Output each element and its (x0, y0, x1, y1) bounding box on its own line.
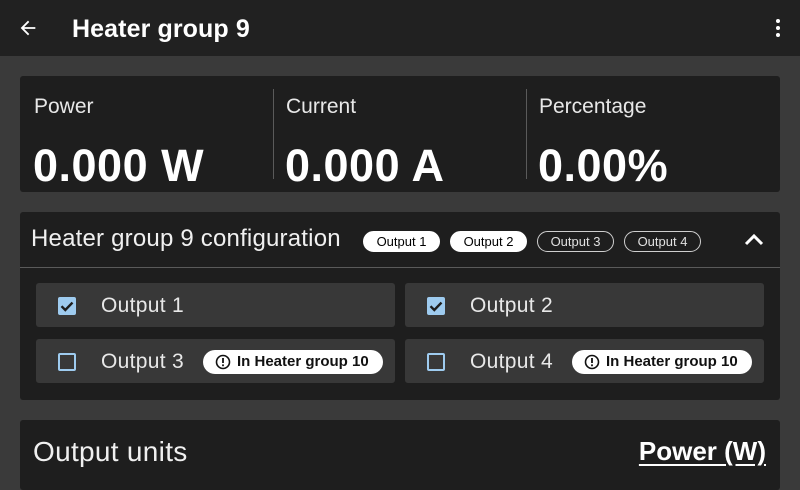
output-row-4[interactable]: Output 4 In Heater group 10 (405, 339, 764, 383)
overflow-menu-button[interactable] (764, 12, 792, 44)
checkbox-unchecked[interactable] (427, 353, 445, 371)
output-label: Output 4 (470, 350, 553, 373)
chevron-up-icon (744, 233, 764, 246)
output-row-3[interactable]: Output 3 In Heater group 10 (36, 339, 395, 383)
stat-percentage: Percentage 0.00% (538, 88, 769, 191)
badge-text: In Heater group 10 (237, 353, 369, 370)
stat-power: Power 0.000 W (33, 88, 264, 191)
stat-label: Current (286, 95, 357, 118)
checkbox-checked[interactable] (58, 297, 76, 315)
stat-current: Current 0.000 A (285, 88, 516, 191)
info-alert-icon (215, 354, 231, 370)
chip-output-1[interactable]: Output 1 (363, 231, 440, 252)
stat-value: 0.00% (538, 140, 669, 191)
arrow-left-icon (20, 20, 36, 36)
stat-label: Power (34, 95, 94, 118)
page-title: Heater group 9 (72, 15, 250, 43)
configuration-card: Heater group 9 configuration Output 1 Ou… (20, 212, 780, 400)
more-vert-icon (776, 19, 780, 37)
output-label: Output 1 (101, 294, 184, 317)
badge-text: In Heater group 10 (606, 353, 738, 370)
back-button[interactable] (12, 12, 44, 44)
app-bar: Heater group 9 (0, 0, 800, 56)
stat-value: 0.000 A (285, 140, 445, 191)
conflict-badge: In Heater group 10 (572, 350, 752, 374)
info-alert-icon (584, 354, 600, 370)
stat-divider (526, 89, 527, 179)
collapse-button[interactable] (740, 226, 768, 254)
output-units-label: Output units (33, 436, 188, 467)
configuration-header[interactable]: Heater group 9 configuration Output 1 Ou… (20, 212, 780, 268)
check-icon (429, 301, 443, 312)
checkbox-checked[interactable] (427, 297, 445, 315)
stat-label: Percentage (539, 95, 647, 118)
stat-divider (273, 89, 274, 179)
chip-output-2[interactable]: Output 2 (450, 231, 527, 252)
output-row-2[interactable]: Output 2 (405, 283, 764, 327)
checkbox-unchecked[interactable] (58, 353, 76, 371)
output-row-1[interactable]: Output 1 (36, 283, 395, 327)
stat-value: 0.000 W (33, 140, 205, 191)
check-icon (60, 301, 74, 312)
stats-card: Power 0.000 W Current 0.000 A Percentage… (20, 76, 780, 192)
output-units-selector[interactable]: Power (W) (639, 436, 766, 467)
output-label: Output 3 (101, 350, 184, 373)
configuration-title: Heater group 9 configuration (31, 225, 341, 252)
chip-output-4[interactable]: Output 4 (624, 231, 701, 252)
divider (20, 267, 780, 268)
output-label: Output 2 (470, 294, 553, 317)
chip-output-3[interactable]: Output 3 (537, 231, 614, 252)
conflict-badge: In Heater group 10 (203, 350, 383, 374)
